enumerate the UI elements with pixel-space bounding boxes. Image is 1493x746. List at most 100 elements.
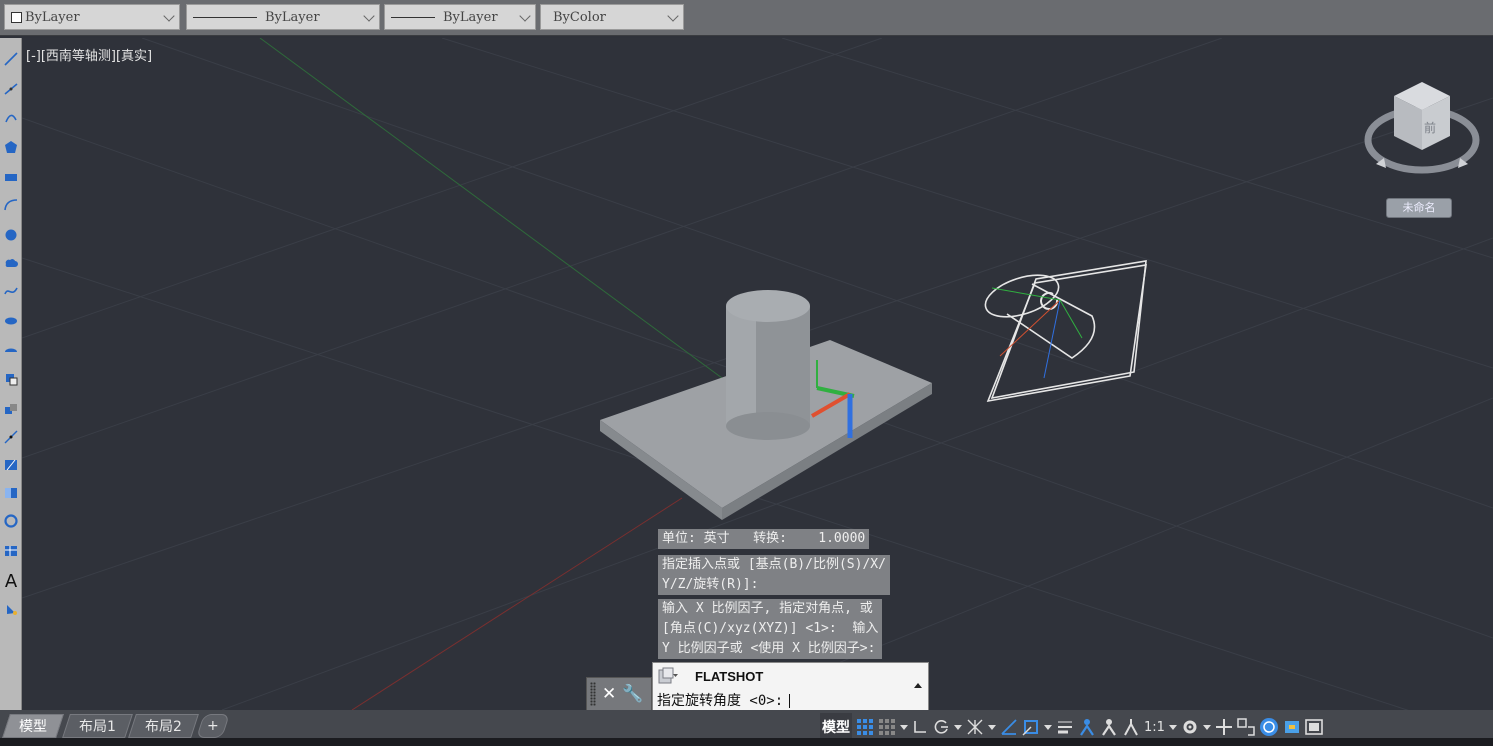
annotation-visibility-button[interactable] (1078, 713, 1096, 741)
polyline-button[interactable] (0, 106, 22, 132)
annotation-scale-icon (1124, 719, 1138, 736)
command-input[interactable]: 指定旋转角度 <0>: (657, 690, 791, 710)
command-line[interactable]: FLATSHOT 指定旋转角度 <0>: (652, 662, 929, 712)
annotation-scale-dropdown[interactable]: 1:1 (1144, 713, 1177, 741)
point-button[interactable] (0, 424, 22, 450)
plus-cross-icon (1215, 719, 1232, 735)
line-tool-button[interactable] (0, 46, 22, 72)
tab-model[interactable]: 模型 (2, 714, 64, 738)
ellipse-arc-button[interactable] (0, 338, 22, 364)
viewport-controls-label[interactable]: [-][西南等轴测][真实] (26, 45, 152, 64)
lineweight-dropdown[interactable]: ByLayer (384, 4, 536, 30)
object-snap-button[interactable] (1022, 713, 1052, 741)
command-history-line: 单位: 英寸 转换: 1.0000 (658, 529, 870, 549)
ortho-icon (914, 721, 926, 733)
chevron-down-icon (519, 10, 531, 22)
recent-commands-icon[interactable] (658, 667, 678, 685)
make-block-button[interactable] (0, 396, 22, 422)
add-selected-button[interactable] (0, 596, 22, 622)
plotstyle-dropdown-value: ByColor (553, 9, 606, 25)
close-icon[interactable]: ✕ (602, 684, 616, 704)
revcloud-button[interactable] (0, 250, 22, 276)
wrench-icon[interactable]: 🔧 (622, 684, 643, 704)
table-button[interactable] (0, 538, 22, 564)
ellipse-button[interactable] (0, 308, 22, 334)
properties-toolbar: ByLayer ByLayer ByLayer ByColor (0, 0, 1493, 36)
polyline-icon (5, 114, 17, 123)
mtext-button[interactable]: A (0, 568, 22, 594)
linetype-dropdown[interactable]: ByLayer (186, 4, 380, 30)
spline-button[interactable] (0, 278, 22, 304)
fullscreen-icon (1305, 719, 1323, 735)
model-space-button[interactable]: 模型 (820, 713, 852, 741)
tab-layout1[interactable]: 布局1 (62, 714, 133, 738)
color-swatch-icon (11, 11, 22, 23)
units-icon (1237, 718, 1255, 736)
xline-icon (4, 83, 18, 95)
region-button[interactable] (0, 508, 22, 534)
hatch-button[interactable] (0, 452, 22, 478)
grid-button[interactable] (856, 713, 874, 741)
region-icon (4, 514, 18, 528)
clean-screen-button[interactable] (1305, 713, 1323, 741)
ellipse-arc-icon (5, 348, 17, 352)
autoscale-icon (1102, 719, 1116, 736)
polygon-button[interactable] (0, 134, 22, 160)
auto-scale-button[interactable] (1100, 713, 1118, 741)
ellipse-icon (5, 317, 17, 325)
drag-handle-icon[interactable] (590, 682, 596, 706)
viewcube-face-label: 前 (1424, 120, 1436, 135)
gear-icon (1183, 720, 1197, 734)
color-dropdown[interactable]: ByLayer (4, 4, 180, 30)
expand-history-icon[interactable] (914, 683, 922, 688)
chevron-down-icon (667, 10, 679, 22)
gradient-icon (5, 488, 17, 498)
line-icon (4, 52, 18, 66)
add-layout-button[interactable]: + (196, 714, 230, 738)
plotstyle-dropdown[interactable]: ByColor (540, 4, 684, 30)
lineweight-preview-icon (391, 16, 435, 18)
ucs-menu-button[interactable]: 未命名 (1386, 198, 1452, 218)
snap-mode-button[interactable] (878, 713, 908, 741)
ortho-button[interactable] (912, 713, 928, 741)
object-snap-tracking-button[interactable] (1000, 713, 1018, 741)
window-bottom-edge (0, 738, 1493, 746)
rectangle-button[interactable] (0, 164, 22, 190)
tab-layout2[interactable]: 布局2 (128, 714, 199, 738)
annotation-monitor-button[interactable] (1215, 713, 1233, 741)
add-selected-icon (7, 605, 17, 615)
revcloud-icon (5, 259, 18, 267)
circle-button[interactable] (0, 222, 22, 248)
polar-tracking-button[interactable] (932, 713, 962, 741)
osnap-tracking-icon (1001, 719, 1017, 735)
text-a-icon: A (4, 570, 18, 592)
insert-block-button[interactable] (0, 366, 22, 392)
make-block-icon (5, 404, 17, 414)
chevron-down-icon (163, 10, 175, 22)
text-caret (789, 694, 791, 708)
units-button[interactable] (1237, 713, 1255, 741)
osnap-icon (1022, 720, 1038, 736)
lineweight-button[interactable] (1056, 713, 1074, 741)
annotation-scale-icon-button[interactable] (1122, 713, 1140, 741)
isodraft-button[interactable] (966, 713, 996, 741)
hardware-acceleration-button[interactable] (1283, 713, 1301, 741)
tab-layout2-label: 布局2 (145, 719, 182, 735)
arc-button[interactable] (0, 192, 22, 218)
polygon-icon (5, 141, 17, 153)
polar-icon (934, 720, 948, 734)
construction-line-button[interactable] (0, 76, 22, 102)
isolate-objects-button[interactable] (1259, 713, 1279, 741)
snap-icon (879, 719, 895, 735)
insert-block-icon (6, 374, 18, 386)
plus-icon: + (207, 718, 219, 734)
linetype-preview-icon (193, 16, 257, 18)
tab-model-label: 模型 (19, 719, 47, 735)
arc-icon (4, 199, 18, 211)
isodraft-icon (967, 719, 983, 735)
command-line-grip[interactable]: ✕ 🔧 (586, 677, 652, 711)
workspace-button[interactable] (1181, 713, 1211, 741)
rectangle-icon (5, 174, 17, 181)
gradient-button[interactable] (0, 480, 22, 506)
circle-icon (5, 229, 17, 241)
